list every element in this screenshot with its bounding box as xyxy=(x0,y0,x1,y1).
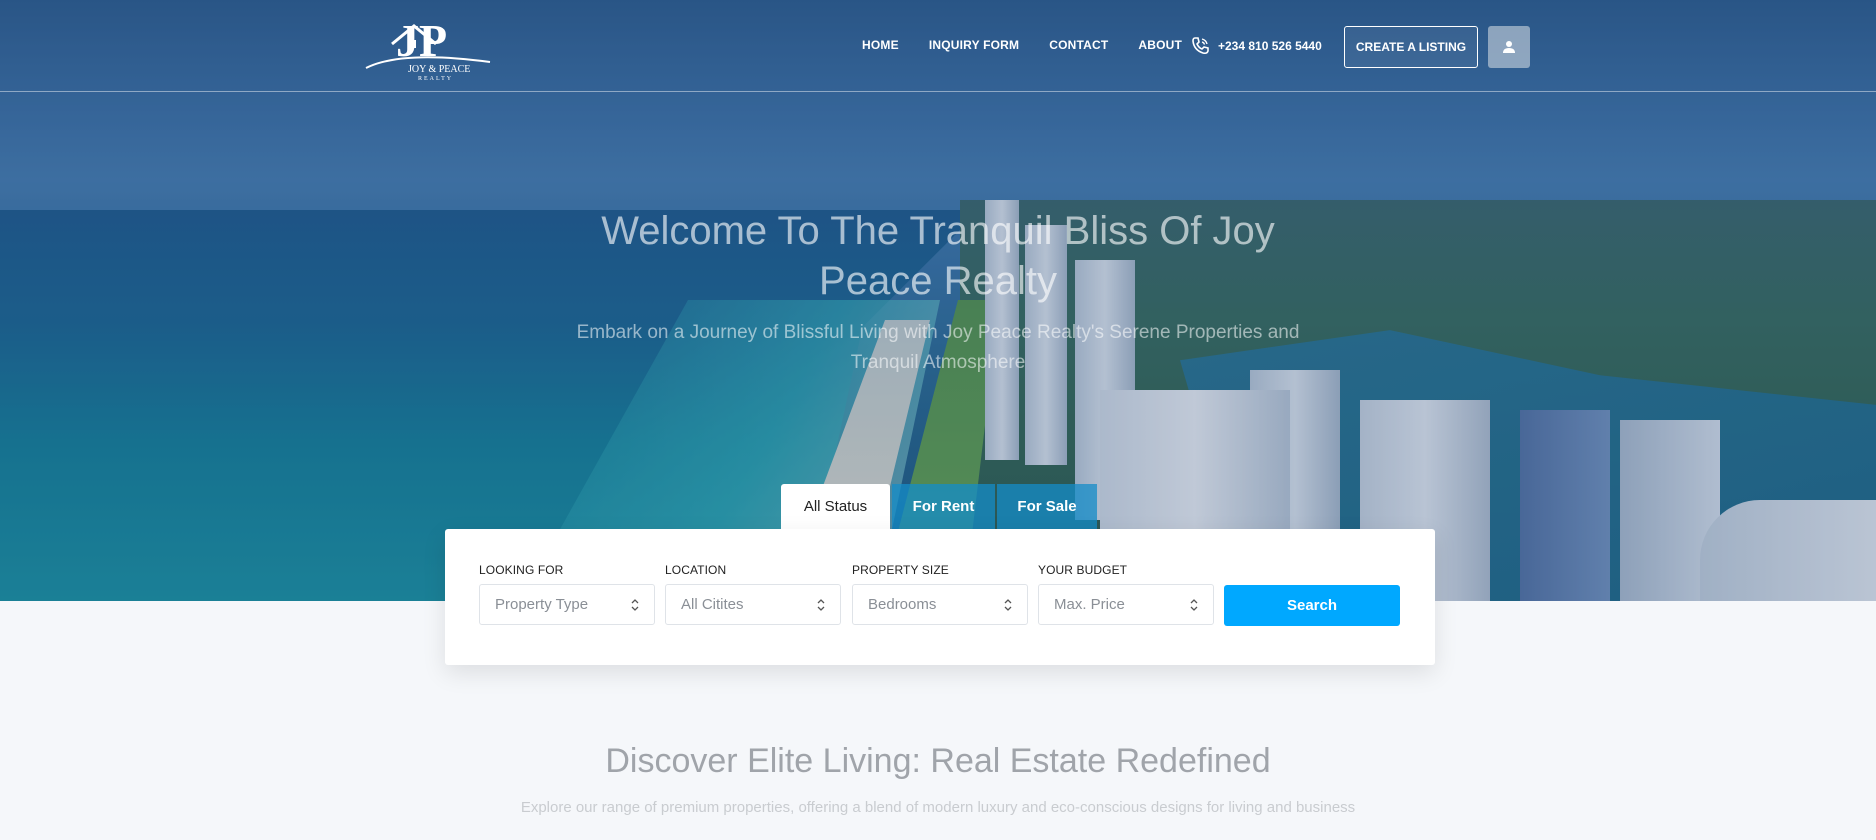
bedrooms-select[interactable]: Bedrooms xyxy=(852,584,1028,625)
section-subtitle: Explore our range of premium properties,… xyxy=(520,799,1356,816)
phone-icon xyxy=(1192,37,1209,55)
field-label: LOCATION xyxy=(665,563,727,577)
nav-home[interactable]: HOME xyxy=(862,38,899,52)
user-account-button[interactable] xyxy=(1488,26,1530,68)
select-value: Bedrooms xyxy=(868,596,937,613)
field-location: LOCATION All Citites xyxy=(665,563,841,625)
create-listing-button[interactable]: CREATE A LISTING xyxy=(1344,26,1478,68)
select-value: All Citites xyxy=(681,596,744,613)
property-type-select[interactable]: Property Type xyxy=(479,584,655,625)
field-your-budget: YOUR BUDGET Max. Price xyxy=(1038,563,1214,625)
user-icon xyxy=(1503,41,1515,53)
tab-for-sale[interactable]: For Sale xyxy=(997,484,1097,529)
nav-inquiry-form[interactable]: INQUIRY FORM xyxy=(929,38,1019,52)
search-panel: LOOKING FOR Property Type LOCATION All C… xyxy=(445,529,1435,665)
field-label: YOUR BUDGET xyxy=(1038,563,1128,577)
logo-icon: JP JOY & PEACE REALTY xyxy=(365,15,491,82)
location-select[interactable]: All Citites xyxy=(665,584,841,625)
tab-for-rent[interactable]: For Rent xyxy=(892,484,995,529)
select-arrows-icon xyxy=(1190,598,1198,611)
select-arrows-icon xyxy=(1004,598,1012,611)
select-arrows-icon xyxy=(631,598,639,611)
phone-link[interactable]: +234 810 526 5440 xyxy=(1190,36,1322,56)
search-button[interactable]: Search xyxy=(1224,585,1400,626)
select-value: Max. Price xyxy=(1054,596,1125,613)
site-logo[interactable]: JP JOY & PEACE REALTY xyxy=(362,10,494,82)
nav-about[interactable]: ABOUT xyxy=(1138,38,1182,52)
field-looking-for: LOOKING FOR Property Type xyxy=(479,563,655,625)
select-value: Property Type xyxy=(495,596,589,613)
main-nav: HOME INQUIRY FORM CONTACT ABOUT xyxy=(862,38,1212,52)
hero-subtitle: Embark on a Journey of Blissful Living w… xyxy=(576,322,1300,373)
phone-number: +234 810 526 5440 xyxy=(1218,39,1322,53)
nav-contact[interactable]: CONTACT xyxy=(1049,38,1108,52)
tab-all-status[interactable]: All Status xyxy=(781,484,890,529)
logo-name: JOY & PEACE xyxy=(408,64,470,75)
section-title: Discover Elite Living: Real Estate Redef… xyxy=(605,742,1271,780)
select-arrows-icon xyxy=(817,598,825,611)
field-label: PROPERTY SIZE xyxy=(852,563,949,577)
status-tabs: All Status For Rent For Sale xyxy=(781,484,1099,529)
logo-tagline: REALTY xyxy=(418,76,453,82)
site-header: JP JOY & PEACE REALTY HOME INQUIRY FORM … xyxy=(0,0,1876,92)
field-property-size: PROPERTY SIZE Bedrooms xyxy=(852,563,1028,625)
max-price-select[interactable]: Max. Price xyxy=(1038,584,1214,625)
hero-title: Welcome To The Tranquil Bliss Of Joy Pea… xyxy=(601,209,1275,303)
field-label: LOOKING FOR xyxy=(479,563,564,577)
